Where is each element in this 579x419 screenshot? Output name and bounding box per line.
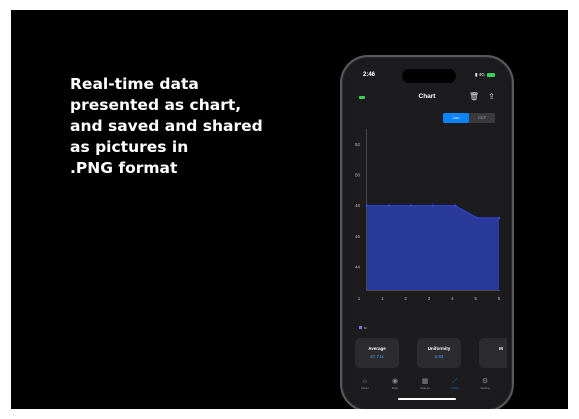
tab-chart[interactable]: ⟋ Chart [443, 377, 467, 390]
signal-icon: ▮ [474, 72, 478, 77]
dynamic-island [402, 69, 456, 83]
nav-title: Chart [418, 93, 436, 100]
phone-screen: 2:46 ▮ 4G Chart 🗑 ⇪ Lux CCT 52 50 48 46 44 [347, 62, 507, 405]
tab-label: Bulb [391, 386, 398, 390]
tab-spaces[interactable]: ▦ Spaces [413, 377, 437, 390]
gear-icon: ⚙ [481, 378, 489, 385]
average-card: Average 47.71x [355, 338, 399, 368]
x-tick-label: 5 [474, 296, 477, 301]
headline: Real-time data presented as chart, and s… [70, 74, 310, 179]
y-tick-label: 48 [355, 203, 361, 208]
promo-frame: Real-time data presented as chart, and s… [11, 10, 568, 409]
battery-icon [487, 72, 495, 77]
data-point [475, 216, 479, 220]
data-point [409, 204, 413, 207]
y-tick-label: 44 [355, 265, 361, 270]
headline-line: presented as chart, [70, 96, 242, 114]
y-tick-label: 52 [355, 142, 361, 147]
average-value: 47.71x [370, 354, 384, 359]
sun-icon: ☼ [361, 378, 369, 385]
segment-cct[interactable]: CCT [469, 113, 495, 123]
tab-bulb[interactable]: ◉ Bulb [383, 377, 407, 390]
network-label: 4G [478, 72, 485, 77]
headline-line: .PNG format [70, 159, 178, 177]
legend-swatch [359, 326, 362, 329]
data-point [387, 204, 391, 207]
x-tick-label: 1 [381, 296, 384, 301]
headline-line: and saved and shared [70, 117, 263, 135]
x-tick-label: 2 [404, 296, 407, 301]
legend-label: lx [364, 325, 367, 330]
data-point [497, 216, 501, 220]
tab-setting[interactable]: ⚙ Setting [473, 377, 497, 390]
uniformity-value: 0.93 [434, 354, 444, 359]
bulb-icon: ◉ [391, 378, 399, 385]
y-tick-label: 50 [355, 173, 361, 178]
x-tick-label: 1 [358, 296, 361, 301]
headline-line: Real-time data [70, 75, 199, 93]
headline-line: as pictures in [70, 138, 189, 156]
x-tick-label: 4 [451, 296, 454, 301]
max-label: M [499, 346, 503, 351]
phone-mockup: 2:46 ▮ 4G Chart 🗑 ⇪ Lux CCT 52 50 48 46 44 [340, 55, 514, 409]
tab-meter[interactable]: ☼ Meter [353, 377, 377, 390]
y-axis [366, 129, 367, 290]
lux-chart: 52 50 48 46 44 1 1 2 3 4 5 5 [355, 129, 501, 301]
data-point [453, 204, 457, 207]
unit-segmented-control[interactable]: Lux CCT [443, 113, 495, 123]
status-time: 2:46 [363, 72, 376, 78]
chart-legend: lx [359, 325, 367, 330]
share-icon[interactable]: ⇪ [488, 92, 495, 101]
x-tick-label: 5 [498, 296, 501, 301]
stats-cards[interactable]: Average 47.71x Uniformity 0.93 M [355, 338, 507, 372]
tab-label: Meter [361, 386, 369, 390]
uniformity-label: Uniformity [427, 346, 451, 351]
home-indicator [398, 398, 456, 400]
trash-icon[interactable]: 🗑 [469, 92, 479, 101]
data-point [431, 204, 435, 207]
x-axis [366, 290, 500, 291]
x-tick-label: 3 [428, 296, 431, 301]
status-network: ▮ 4G [475, 72, 495, 78]
tab-label: Spaces [419, 386, 430, 390]
uniformity-card: Uniformity 0.93 [417, 338, 461, 368]
segment-lux[interactable]: Lux [443, 113, 469, 123]
chart-icon: ⟋ [452, 378, 458, 385]
average-label: Average [368, 346, 386, 351]
grid-icon: ▦ [421, 378, 429, 385]
max-card: M [479, 338, 507, 368]
data-point [365, 204, 369, 207]
y-tick-label: 46 [355, 234, 361, 239]
tab-bar: ☼ Meter ◉ Bulb ▦ Spaces ⟋ Chart ⚙ Settin… [347, 375, 507, 405]
nav-bar: Chart 🗑 ⇪ [347, 90, 507, 106]
tab-label: Chart [451, 386, 459, 390]
tab-label: Setting [480, 386, 490, 390]
